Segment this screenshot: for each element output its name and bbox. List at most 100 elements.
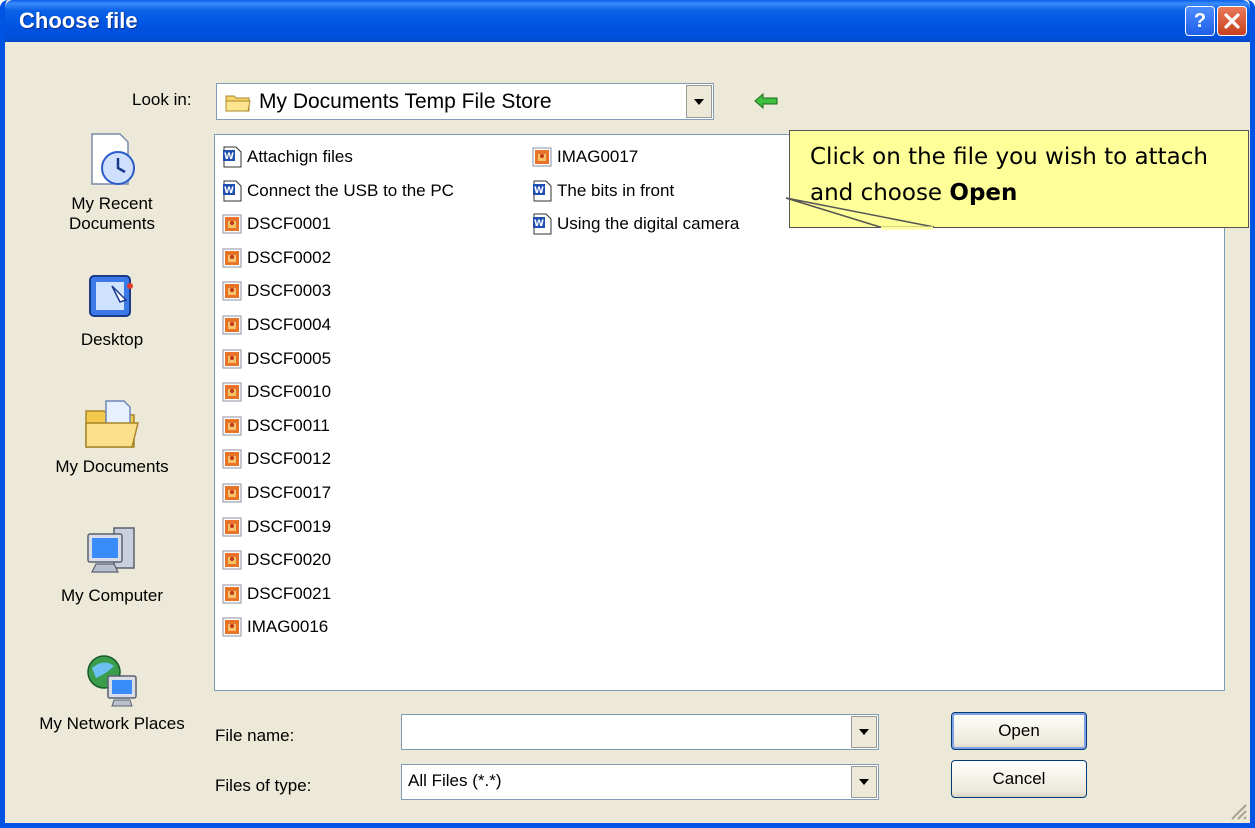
file-name: DSCF0011 [247, 415, 330, 435]
image-file-icon [222, 281, 242, 301]
file-name: DSCF0020 [247, 550, 332, 570]
word-document-icon: W [223, 180, 242, 202]
my-documents-icon [85, 400, 139, 448]
file-name: DSCF0003 [247, 281, 332, 301]
image-file-icon [222, 617, 242, 637]
place-desktop[interactable]: Desktop [27, 272, 197, 350]
place-label: My Computer [60, 586, 164, 605]
file-item[interactable]: W Attachign files [221, 143, 353, 171]
file-item[interactable]: DSCF0003 [221, 277, 331, 305]
file-name: DSCF0005 [247, 348, 332, 368]
image-file-icon [222, 517, 242, 537]
file-name: DSCF0010 [247, 382, 332, 402]
choose-file-dialog: Choose file ? Look in: My Documents Temp… [0, 0, 1255, 828]
file-type-dropdown-button[interactable] [851, 766, 877, 798]
cancel-button[interactable]: Cancel [951, 760, 1087, 798]
file-item[interactable]: DSCF0019 [221, 513, 331, 541]
image-file-icon [222, 382, 242, 402]
file-item[interactable]: DSCF0005 [221, 345, 331, 373]
svg-text:W: W [224, 186, 234, 196]
recent-documents-icon [91, 133, 135, 185]
callout-bold-text: Open [949, 180, 1018, 206]
file-name: The bits in front [557, 180, 675, 200]
image-file-icon [222, 483, 242, 503]
file-name: IMAG0016 [247, 617, 329, 637]
file-name: DSCF0001 [247, 214, 332, 234]
file-name: DSCF0017 [247, 483, 332, 502]
file-item[interactable]: W Connect the USB to the PC [221, 177, 454, 205]
image-file-icon [222, 214, 242, 234]
place-label: My Recent Documents [69, 194, 155, 233]
file-type-select[interactable]: All Files (*.*) [401, 764, 879, 800]
svg-text:W: W [534, 219, 544, 229]
file-name-dropdown-button[interactable] [851, 716, 877, 748]
file-item[interactable]: DSCF0002 [221, 244, 331, 272]
file-name: DSCF0012 [247, 449, 332, 469]
file-item[interactable]: DSCF0004 [221, 311, 331, 339]
instruction-callout: Click on the file you wish to attach and… [789, 130, 1249, 228]
image-file-icon [222, 349, 242, 369]
file-name: DSCF0019 [247, 516, 332, 536]
place-recent-documents[interactable]: My Recent Documents [27, 132, 197, 234]
chevron-down-icon [859, 729, 869, 735]
back-arrow-icon[interactable] [753, 92, 781, 110]
file-name: Using the digital camera [557, 214, 740, 234]
svg-text:W: W [534, 186, 544, 196]
desktop-icon [89, 275, 133, 317]
place-label: Desktop [80, 330, 144, 349]
place-label: My Documents [55, 457, 169, 476]
place-network[interactable]: My Network Places [27, 652, 197, 734]
image-file-icon [532, 147, 552, 167]
look-in-combo[interactable]: My Documents Temp File Store [216, 83, 714, 120]
image-file-icon [222, 416, 242, 436]
dialog-title: Choose file [19, 8, 138, 33]
file-item[interactable]: IMAG0017 [531, 143, 638, 171]
file-name: IMAG0017 [557, 147, 639, 166]
file-item[interactable]: DSCF0021 [221, 580, 331, 608]
image-file-icon [222, 584, 242, 604]
image-file-icon [222, 550, 242, 570]
network-places-icon [87, 655, 137, 707]
file-name-label: File name: [215, 726, 295, 745]
close-icon [1224, 13, 1240, 29]
file-name: DSCF0002 [247, 247, 332, 267]
question-mark-icon: ? [1193, 9, 1207, 32]
file-item[interactable]: W The bits in front [531, 177, 674, 205]
look-in-value: My Documents Temp File Store [259, 90, 552, 113]
file-name-input[interactable] [401, 714, 879, 750]
place-my-documents[interactable]: My Documents [27, 397, 197, 477]
file-item[interactable]: DSCF0010 [221, 378, 331, 406]
file-type-value: All Files (*.*) [408, 771, 502, 790]
word-document-icon: W [223, 146, 242, 168]
open-button[interactable]: Open [951, 712, 1087, 750]
file-item[interactable]: IMAG0016 [221, 613, 328, 641]
image-file-icon [222, 248, 242, 268]
close-button[interactable] [1217, 6, 1247, 36]
look-in-dropdown-button[interactable] [686, 85, 712, 118]
place-label: My Network Places [39, 714, 185, 733]
file-item[interactable]: DSCF0020 [221, 546, 331, 574]
image-file-icon [222, 315, 242, 335]
file-name: Connect the USB to the PC [247, 180, 454, 200]
file-name: Attachign files [247, 147, 353, 166]
file-name: DSCF0004 [247, 315, 332, 334]
resize-grip-icon[interactable] [1228, 801, 1248, 821]
file-item[interactable]: DSCF0001 [221, 210, 331, 238]
file-type-label: Files of type: [215, 776, 312, 795]
word-document-icon: W [533, 180, 552, 202]
file-item[interactable]: DSCF0012 [221, 445, 331, 473]
file-item[interactable]: DSCF0017 [221, 479, 331, 507]
file-name: DSCF0021 [247, 583, 332, 603]
svg-text:W: W [224, 152, 234, 162]
image-file-icon [222, 449, 242, 469]
help-button[interactable]: ? [1185, 6, 1215, 36]
file-item[interactable]: DSCF0011 [221, 412, 330, 440]
my-computer-icon [87, 527, 135, 573]
look-in-label: Look in: [132, 90, 192, 109]
title-bar[interactable]: Choose file ? [5, 0, 1250, 42]
chevron-down-icon [859, 779, 869, 785]
place-my-computer[interactable]: My Computer [27, 524, 197, 606]
file-item[interactable]: W Using the digital camera [531, 210, 739, 238]
word-document-icon: W [533, 213, 552, 235]
chevron-down-icon [694, 98, 704, 105]
